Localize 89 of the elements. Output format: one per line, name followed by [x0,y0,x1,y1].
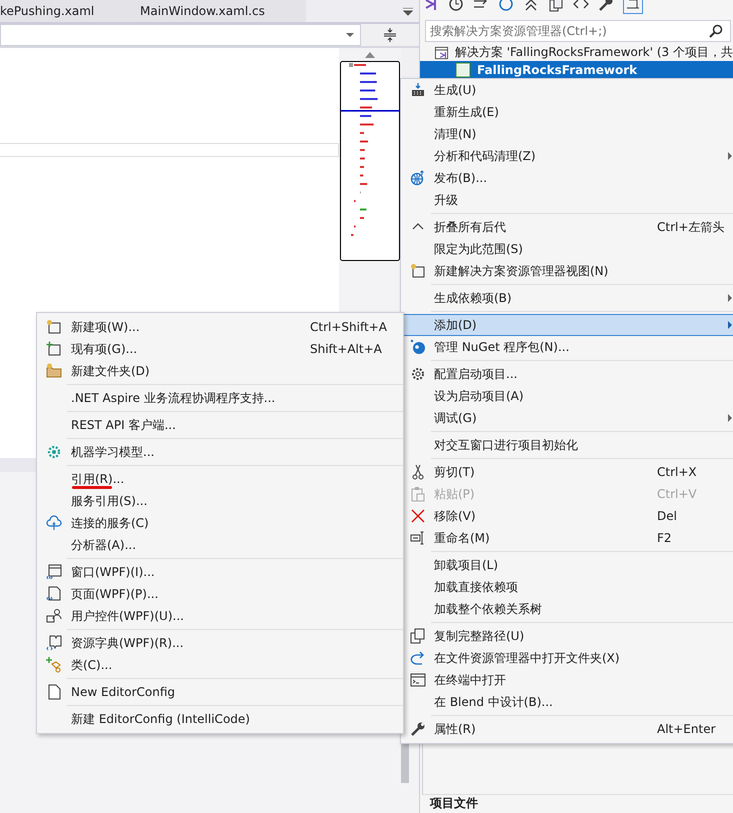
menu-item[interactable]: 添加(D) [401,314,733,336]
terminal-icon [410,672,426,688]
new-window-icon [410,263,426,279]
menu-item[interactable]: 卸载项目(L) [401,554,733,576]
menu-item[interactable]: 新建解决方案资源管理器视图(N) [401,260,733,282]
split-button[interactable] [361,24,419,46]
scrollbar-thumb[interactable] [401,743,409,783]
menu-item[interactable]: 生成依赖项(B) [401,287,733,309]
preview-icon[interactable] [623,0,643,14]
folder-icon [46,363,62,379]
new-item-icon [46,319,62,335]
class-icon [46,657,62,673]
scissors-icon [410,464,426,480]
clipboard-icon [410,486,426,502]
menu-item[interactable]: 新建文件夹(D) [37,360,403,382]
menu-item[interactable]: 限定为此范围(S) [401,238,733,260]
menu-item[interactable]: 移除(V) Del [401,505,733,527]
tree-item[interactable]: FallingRocksFramework [420,61,733,78]
menu-item[interactable]: 管理 NuGet 程序包(N)... [401,336,733,358]
search-field[interactable]: 搜索解决方案资源管理器(Ctrl+;) [425,20,731,42]
menu-item[interactable]: 复制完整路径(U) [401,625,733,647]
menu-item[interactable]: 折叠所有后代 Ctrl+左箭头 [401,216,733,238]
wrench-icon [410,721,426,737]
menu-item[interactable]: 配置启动项目... [401,363,733,385]
menu-item[interactable]: 加载整个依赖关系树 [401,598,733,620]
csharp-project-icon [455,62,471,78]
collapse-all-icon[interactable] [523,0,539,12]
menu-item[interactable]: 在 Blend 中设计(B)... [401,691,733,713]
menu-item[interactable]: 设为启动项目(A) [401,385,733,407]
search-icon [709,24,723,38]
menu-item[interactable]: 新建 EditorConfig (IntelliCode) [37,708,403,730]
history-icon[interactable] [448,0,464,12]
menu-item[interactable]: 生成(U) [401,79,733,101]
menu-item[interactable]: 发布(B)... [401,167,733,189]
menu-item[interactable]: .NET Aspire 业务流程协调程序支持... [37,387,403,409]
menu-item[interactable]: 重命名(M) F2 [401,527,733,549]
file-tab[interactable]: MainWindow.xaml.cs [134,0,306,22]
user-control-icon [46,608,62,624]
wrench-icon[interactable] [598,0,614,12]
menu-item[interactable]: 新建项(W)... Ctrl+Shift+A [37,316,403,338]
menu-item[interactable]: 机器学习模型... [37,441,403,463]
menu-item[interactable]: 资源字典(WPF)(R)... [37,632,403,654]
menu-item[interactable]: 分析器(A)... [37,534,403,556]
caret-icon [346,33,354,37]
book-icon [46,635,62,651]
menu-item[interactable]: 连接的服务(C) [37,512,403,534]
split-icon [384,28,396,42]
scroll-up-icon[interactable] [365,52,375,58]
menu-item[interactable]: New EditorConfig [37,681,403,703]
copy-icon [410,628,426,644]
menu-item[interactable]: REST API 客户端... [37,414,403,436]
menu-item[interactable]: 在文件资源管理器中打开文件夹(X) [401,647,733,669]
menu-item[interactable]: 分析和代码清理(Z) [401,145,733,167]
menu-item[interactable]: 剪切(T) Ctrl+X [401,461,733,483]
tree-item[interactable]: 解决方案 'FallingRocksFramework' (3 个项目，共 [420,44,733,61]
remove-icon [410,508,426,524]
menu-item[interactable]: 在终端中打开 [401,669,733,691]
menu-item[interactable]: 调试(G) [401,407,733,429]
menu-item[interactable]: 重新生成(E) [401,101,733,123]
file-tab[interactable]: kePushing.xaml [0,0,134,22]
window-icon [46,564,62,580]
page-icon [46,586,62,602]
globe-icon [410,170,426,186]
copy-icon[interactable] [548,0,564,12]
menu-item[interactable]: 属性(R) Alt+Enter [401,718,733,740]
curved-arrow-icon [410,650,426,666]
gear-icon [410,366,426,382]
add-item-icon [46,341,62,357]
section-header: 项目文件 [422,794,733,813]
cloud-icon [46,515,62,531]
build-icon [410,82,426,98]
menu-item[interactable]: 对交互窗口进行项目初始化 [401,434,733,456]
file-icon [46,684,62,700]
menu-item[interactable]: 服务引用(S)... [37,490,403,512]
menu-item[interactable]: 页面(WPF)(P)... [37,583,403,605]
menu-item[interactable]: 窗口(WPF)(I)... [37,561,403,583]
gear-icon [46,444,62,460]
menu-item[interactable]: 加载直接依赖项 [401,576,733,598]
rename-icon [410,530,426,546]
menu-item[interactable]: 引用(R)... [37,468,403,490]
solution-icon [435,44,449,60]
solution-icon[interactable] [423,0,439,12]
menu-item[interactable]: 类(C)... [37,654,403,676]
menu-item[interactable]: 用户控件(WPF)(U)... [37,605,403,627]
menu-item[interactable]: 升级 [401,189,733,211]
menu-item[interactable]: 现有项(G)... Shift+Alt+A [37,338,403,360]
menu-item[interactable]: 清理(N) [401,123,733,145]
package-icon [410,339,426,355]
dropdown-icon[interactable] [403,8,413,16]
